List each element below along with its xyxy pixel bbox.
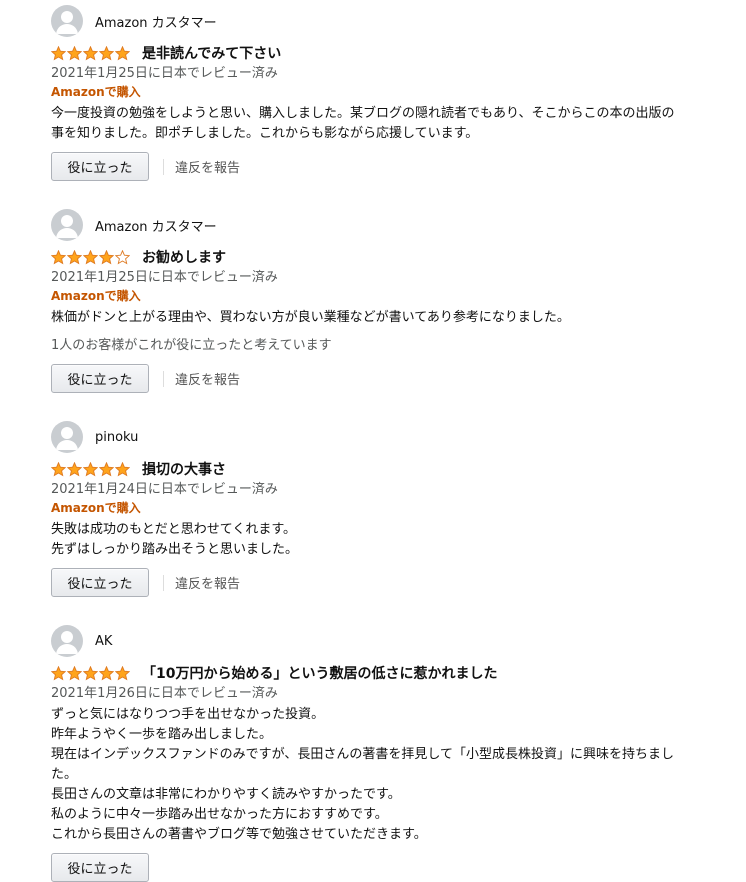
review-body-line: 長田さんの文章は非常にわかりやすく読みやすかったです。 xyxy=(51,787,401,802)
star-filled-icon xyxy=(83,249,98,264)
review-body-line: 失敗は成功のもとだと思わせてくれます。 xyxy=(51,522,297,537)
helpful-count-text: 1人のお客様がこれが役に立ったと考えています xyxy=(51,338,332,353)
review-body-line: 株価がドンと上がる理由や、買わない方が良い業種などが書いてあり参考になりました。 xyxy=(51,310,570,325)
star-filled-icon xyxy=(115,665,130,680)
review-body-line: 事を知りました。即ポチしました。これからも影ながら応援しています。 xyxy=(51,126,479,141)
star-filled-icon xyxy=(67,249,82,264)
divider xyxy=(163,370,164,387)
star-filled-icon xyxy=(99,45,114,60)
review: pinoku 損切の大事さ 2021年1月24日に日本でレビュー済み Amazo… xyxy=(51,421,741,597)
star-filled-icon xyxy=(99,461,114,476)
reviewer-name: AK xyxy=(95,633,113,649)
star-filled-icon xyxy=(67,665,82,680)
star-filled-icon xyxy=(83,461,98,476)
report-abuse-link[interactable]: 違反を報告 xyxy=(175,157,240,176)
reviewer-profile[interactable]: Amazon カスタマー xyxy=(51,5,741,37)
review-title[interactable]: 「10万円から始める」という敷居の低さに惹かれました xyxy=(142,663,497,683)
reviewer-profile[interactable]: AK xyxy=(51,625,741,657)
avatar-icon xyxy=(51,5,83,37)
review-body: ずっと気にはなりつつ手を出せなかった投資。 昨年ようやく一歩を踏み出しました。 … xyxy=(51,705,741,845)
review-title[interactable]: お勧めします xyxy=(142,247,226,267)
star-filled-icon xyxy=(83,45,98,60)
helpful-button[interactable]: 役に立った xyxy=(51,853,149,882)
star-rating[interactable] xyxy=(51,461,130,477)
review-body-line: これから長田さんの著書やブログ等で勉強させていただきます。 xyxy=(51,827,427,842)
helpful-button[interactable]: 役に立った xyxy=(51,568,149,597)
review-title[interactable]: 損切の大事さ xyxy=(142,459,226,479)
helpful-button[interactable]: 役に立った xyxy=(51,152,149,181)
review-date: 2021年1月25日に日本でレビュー済み xyxy=(51,270,278,285)
report-abuse-link[interactable]: 違反を報告 xyxy=(175,573,240,592)
star-filled-icon xyxy=(99,665,114,680)
star-filled-icon xyxy=(67,461,82,476)
review: Amazon カスタマー 是非読んでみて下さい 2021年1月25日に日本でレビ… xyxy=(51,5,741,181)
review-date: 2021年1月24日に日本でレビュー済み xyxy=(51,482,278,497)
star-empty-icon xyxy=(115,249,130,264)
reviewer-name: pinoku xyxy=(95,429,139,445)
review-body-line: 先ずはしっかり踏み出そうと思いました。 xyxy=(51,542,299,557)
star-rating[interactable] xyxy=(51,249,130,265)
review-body: 今一度投資の勉強をしようと思い、購入しました。某ブログの隠れ読者でもあり、そこか… xyxy=(51,104,741,144)
star-filled-icon xyxy=(51,249,66,264)
review-body-line: 今一度投資の勉強をしようと思い、購入しました。某ブログの隠れ読者でもあり、そこか… xyxy=(51,106,675,121)
verified-purchase-badge: Amazonで購入 xyxy=(51,85,141,99)
star-rating[interactable] xyxy=(51,45,130,61)
star-filled-icon xyxy=(51,461,66,476)
reviewer-profile[interactable]: pinoku xyxy=(51,421,741,453)
verified-purchase-badge: Amazonで購入 xyxy=(51,289,141,303)
review-body-line: 現在はインデックスファンドのみですが、長田さんの著書を拝見して「小型成長株投資」… xyxy=(51,747,674,762)
avatar-icon xyxy=(51,625,83,657)
review: Amazon カスタマー お勧めします 2021年1月25日に日本でレビュー済み… xyxy=(51,209,741,393)
verified-purchase-badge: Amazonで購入 xyxy=(51,501,141,515)
review-date: 2021年1月26日に日本でレビュー済み xyxy=(51,686,278,701)
star-rating[interactable] xyxy=(51,665,130,681)
review-body-line: 私のように中々一歩踏み出せなかった方におすすめです。 xyxy=(51,807,388,822)
avatar-icon xyxy=(51,421,83,453)
star-filled-icon xyxy=(51,45,66,60)
reviewer-profile[interactable]: Amazon カスタマー xyxy=(51,209,741,241)
divider xyxy=(163,158,164,175)
helpful-button[interactable]: 役に立った xyxy=(51,364,149,393)
review-date: 2021年1月25日に日本でレビュー済み xyxy=(51,66,278,81)
review-body-line: ずっと気にはなりつつ手を出せなかった投資。 xyxy=(51,707,325,722)
star-filled-icon xyxy=(67,45,82,60)
star-filled-icon xyxy=(51,665,66,680)
star-filled-icon xyxy=(115,45,130,60)
report-abuse-link[interactable]: 違反を報告 xyxy=(175,369,240,388)
divider xyxy=(163,574,164,591)
reviewer-name: Amazon カスタマー xyxy=(95,15,217,31)
review-body-line: た。 xyxy=(51,767,78,782)
star-filled-icon xyxy=(115,461,130,476)
star-filled-icon xyxy=(99,249,114,264)
review-body: 失敗は成功のもとだと思わせてくれます。 先ずはしっかり踏み出そうと思いました。 xyxy=(51,520,741,560)
review-body-line: 昨年ようやく一歩を踏み出しました。 xyxy=(51,727,273,742)
review-title[interactable]: 是非読んでみて下さい xyxy=(142,43,281,63)
avatar-icon xyxy=(51,209,83,241)
star-filled-icon xyxy=(83,665,98,680)
review: AK 「10万円から始める」という敷居の低さに惹かれました 2021年1月26日… xyxy=(51,625,741,882)
reviewer-name: Amazon カスタマー xyxy=(95,219,217,235)
review-body: 株価がドンと上がる理由や、買わない方が良い業種などが書いてあり参考になりました。 xyxy=(51,308,741,328)
